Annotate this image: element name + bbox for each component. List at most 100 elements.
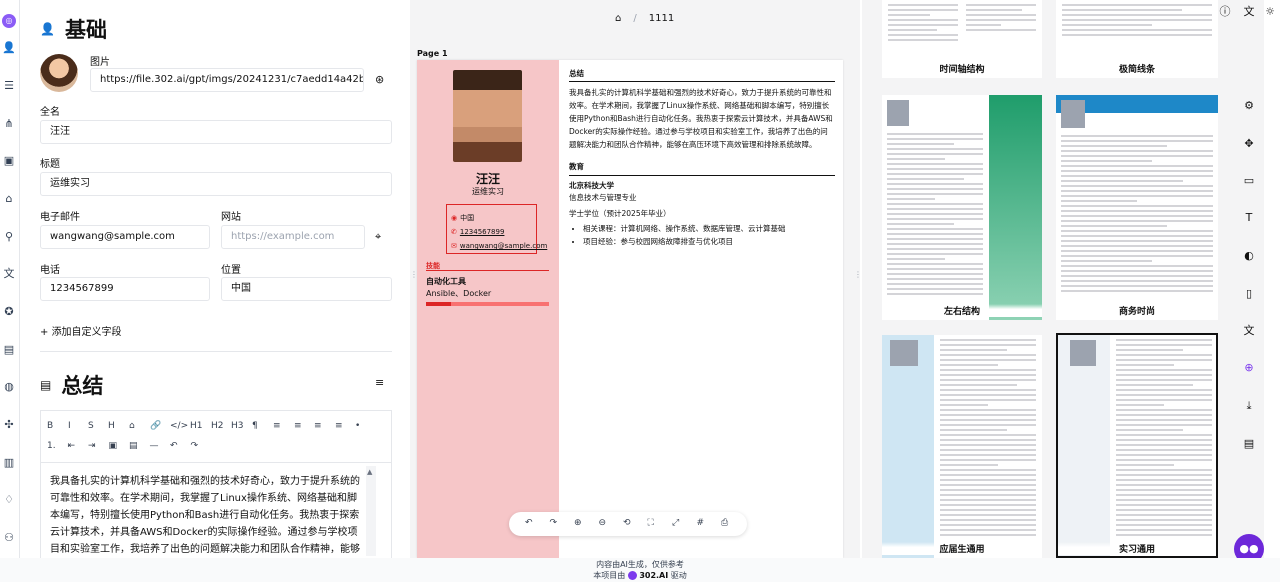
undo-icon[interactable]: ↶: [525, 518, 533, 528]
fullname-input[interactable]: 汪汪: [40, 120, 392, 144]
undo-icon[interactable]: ↶: [170, 441, 178, 451]
gamepad-icon[interactable]: ◍: [2, 380, 16, 394]
summary-editor[interactable]: 我具备扎实的计算机科学基础和强烈的技术好奇心，致力于提升系统的可靠性和效率。在学…: [40, 462, 392, 558]
info-icon[interactable]: ⓘ: [1217, 4, 1233, 20]
zoom-in-icon[interactable]: ⊕: [574, 518, 582, 528]
users-icon[interactable]: ⚇: [2, 531, 16, 545]
language-icon[interactable]: 文: [1241, 4, 1257, 20]
share-icon[interactable]: ⋔: [2, 117, 16, 131]
headline-input[interactable]: 运维实习: [40, 172, 392, 196]
template-card[interactable]: 时间轴结构: [882, 0, 1042, 78]
add-custom-field-button[interactable]: + 添加自定义字段: [40, 323, 122, 338]
template-icon[interactable]: ⊕: [1241, 360, 1257, 376]
rule-icon[interactable]: —: [150, 441, 159, 451]
align-center-icon[interactable]: ≡: [294, 421, 302, 431]
summary-icon[interactable]: ☰: [2, 79, 16, 93]
puzzle-icon[interactable]: ✣: [2, 418, 16, 432]
picture-options-icon[interactable]: ⊛: [375, 73, 384, 86]
school-name: 北京科技大学: [569, 181, 614, 190]
layout-icon[interactable]: ✥: [1241, 136, 1257, 152]
theme-toggle-icon[interactable]: ☼: [1262, 4, 1278, 20]
heading3-icon[interactable]: H3: [231, 421, 244, 431]
redo-icon[interactable]: ↷: [550, 518, 558, 528]
footer-suffix: 驱动: [670, 571, 687, 580]
books-icon[interactable]: ▥: [2, 456, 16, 470]
user-icon: 👤: [40, 22, 55, 36]
translate-icon[interactable]: 文: [2, 267, 16, 281]
summary-title: 总结: [61, 374, 104, 398]
section-menu-icon[interactable]: ≡: [375, 376, 384, 389]
contact-phone-text[interactable]: 1234567899: [460, 228, 505, 236]
person-run-icon[interactable]: ⚲: [2, 230, 16, 244]
app-root: ◎ 👤 ☰ ⋔ ▣ ⌂ ⚲ 文 ✪ ▤ ◍ ✣ ▥ ♢ ⚇ 👤 基础 图片 ht…: [0, 0, 1280, 582]
template-card[interactable]: 极简线条: [1056, 0, 1218, 78]
paragraph-icon[interactable]: ¶: [252, 421, 258, 431]
redo-icon[interactable]: ↷: [191, 441, 199, 451]
typography-icon[interactable]: T: [1241, 210, 1257, 226]
contact-email-text[interactable]: wangwang@sample.com: [460, 242, 547, 250]
fullscreen-icon[interactable]: ⤢: [672, 518, 679, 528]
phone-input[interactable]: 1234567899: [40, 277, 210, 301]
education-section: 教育 北京科技大学 信息技术与管理专业 学士学位（预计2025年毕业） 相关课程…: [569, 161, 835, 248]
summary-scrollbar[interactable]: [366, 466, 376, 556]
code-block-icon[interactable]: </>: [170, 421, 188, 431]
briefcase-icon[interactable]: ▣: [2, 154, 16, 168]
code-icon[interactable]: ⌂: [129, 421, 135, 431]
document-name[interactable]: 1111: [649, 13, 674, 24]
bullet-list-icon[interactable]: •: [355, 421, 360, 431]
template-name: 左右结构: [882, 304, 1042, 317]
template-card[interactable]: 应届生通用: [882, 335, 1042, 558]
website-input[interactable]: https://example.com: [221, 225, 365, 249]
template-card[interactable]: 商务时尚: [1056, 95, 1218, 320]
ordered-list-icon[interactable]: 1.: [47, 441, 56, 451]
tag-icon[interactable]: ⌖: [375, 230, 381, 244]
location-input[interactable]: 中国: [221, 277, 392, 301]
reset-zoom-icon[interactable]: ⟲: [623, 518, 631, 528]
align-right-icon[interactable]: ≡: [314, 421, 322, 431]
award-icon[interactable]: ✪: [2, 305, 16, 319]
footer-brand[interactable]: 302.AI: [639, 571, 668, 580]
italic-icon[interactable]: I: [68, 421, 71, 431]
export-pdf-icon[interactable]: ⎙: [721, 518, 728, 528]
align-justify-icon[interactable]: ≡: [335, 421, 343, 431]
phone-label: 电话: [40, 265, 60, 276]
summary-header: ▤ 总结: [40, 370, 103, 400]
page-break-icon[interactable]: #: [697, 518, 705, 528]
user-icon[interactable]: 👤: [2, 41, 16, 55]
avatar[interactable]: [40, 54, 78, 92]
heading2-icon[interactable]: H2: [211, 421, 224, 431]
download-icon[interactable]: ⤓: [1241, 398, 1257, 414]
headline-label: 标题: [40, 159, 60, 170]
graduation-cap-icon[interactable]: ⌂: [2, 192, 16, 206]
bold-icon[interactable]: B: [47, 421, 53, 431]
palette-icon[interactable]: ◐: [1241, 248, 1257, 264]
resume-photo: [453, 70, 522, 162]
link-icon[interactable]: 🔗: [150, 421, 161, 431]
major: 信息技术与管理专业: [569, 193, 637, 202]
template-card-selected[interactable]: 实习通用: [1056, 333, 1218, 558]
resize-handle-right[interactable]: ⋮: [854, 270, 862, 279]
email-input[interactable]: wangwang@sample.com: [40, 225, 210, 249]
home-icon[interactable]: ⌂: [615, 13, 621, 24]
handshake-icon[interactable]: ♢: [2, 493, 16, 507]
zoom-out-icon[interactable]: ⊖: [599, 518, 607, 528]
strike-icon[interactable]: S: [88, 421, 94, 431]
table-icon[interactable]: ▤: [129, 441, 138, 451]
picture-url-input[interactable]: https://file.302.ai/gpt/imgs/20241231/c7…: [90, 68, 364, 92]
page-layout-icon[interactable]: ▭: [1241, 173, 1257, 189]
mail-icon: ✉: [451, 242, 457, 250]
robot-icon[interactable]: ⚙: [1241, 98, 1257, 114]
template-card[interactable]: 左右结构: [882, 95, 1042, 320]
outdent-icon[interactable]: ⇤: [68, 441, 76, 451]
align-left-icon[interactable]: ≡: [273, 421, 281, 431]
center-icon[interactable]: ⛶: [648, 518, 654, 528]
skill-level-fill: [426, 302, 451, 306]
notes-icon[interactable]: ▯: [1241, 286, 1257, 302]
translate-icon[interactable]: 文: [1241, 323, 1257, 339]
heading1-icon[interactable]: H1: [190, 421, 203, 431]
image-icon[interactable]: ▣: [109, 441, 118, 451]
document-icon[interactable]: ▤: [1241, 436, 1257, 452]
certificate-icon[interactable]: ▤: [2, 343, 16, 357]
indent-icon[interactable]: ⇥: [88, 441, 96, 451]
highlight-icon[interactable]: H: [108, 421, 115, 431]
